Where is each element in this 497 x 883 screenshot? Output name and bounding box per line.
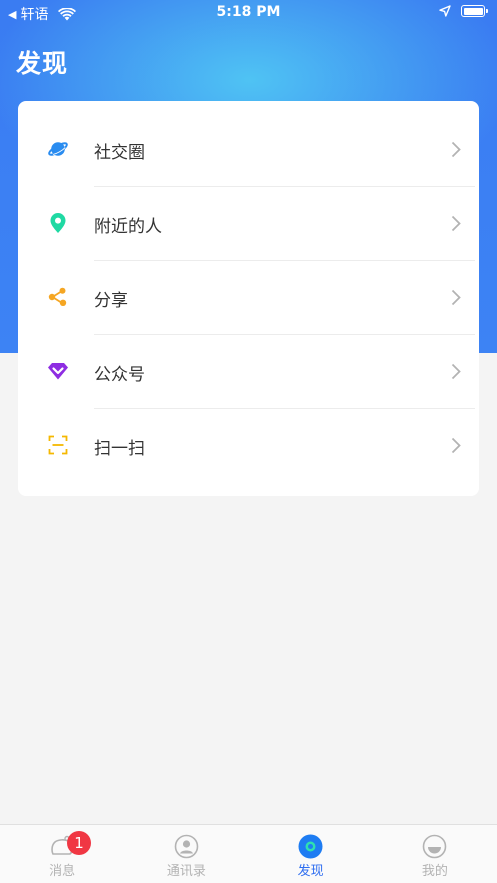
chevron-right-icon: [451, 215, 461, 232]
battery-icon: [461, 5, 488, 17]
menu-item-scan[interactable]: 扫一扫: [18, 409, 479, 483]
tab-label: 消息: [49, 864, 76, 879]
location-pin-icon: [50, 213, 66, 233]
chevron-right-icon: [451, 437, 461, 454]
tab-messages[interactable]: 消息 1: [0, 825, 124, 883]
planet-icon: [48, 142, 68, 156]
scan-icon: [48, 435, 68, 455]
menu-item-label: 扫一扫: [94, 438, 145, 459]
page-title: 发现: [16, 49, 69, 78]
share-icon: [48, 287, 67, 306]
tab-contacts[interactable]: 通讯录: [124, 825, 248, 883]
clock: 5:18 PM: [216, 4, 281, 20]
tab-bar: 消息 1 通讯录 发现 我的: [0, 824, 497, 883]
profile-icon: [423, 834, 447, 859]
unread-badge: 1: [67, 831, 91, 855]
tab-label: 通讯录: [166, 864, 206, 879]
discover-icon: [298, 834, 323, 859]
menu-item-label: 社交圈: [94, 142, 145, 163]
chevron-right-icon: [451, 363, 461, 380]
contacts-icon: [174, 834, 199, 859]
menu-item-share[interactable]: 分享: [18, 261, 479, 335]
discover-menu-card: 社交圈 附近的人 分享 公众号 扫一扫: [18, 101, 479, 496]
menu-item-label: 分享: [94, 290, 128, 311]
menu-item-label: 公众号: [94, 364, 145, 385]
menu-item-nearby-people[interactable]: 附近的人: [18, 187, 479, 261]
menu-item-social-circle[interactable]: 社交圈: [18, 113, 479, 187]
chevron-right-icon: [451, 141, 461, 158]
menu-item-label: 附近的人: [94, 216, 162, 237]
menu-item-official-accounts[interactable]: 公众号: [18, 335, 479, 409]
tab-discover[interactable]: 发现: [249, 825, 373, 883]
diamond-icon: [48, 363, 68, 380]
status-bar: ◀ 轩语 5:18 PM: [0, 0, 497, 26]
chevron-right-icon: [451, 289, 461, 306]
location-arrow-icon: [439, 5, 451, 17]
tab-label: 发现: [297, 864, 324, 879]
tab-label: 我的: [421, 864, 448, 879]
tab-profile[interactable]: 我的: [373, 825, 497, 883]
